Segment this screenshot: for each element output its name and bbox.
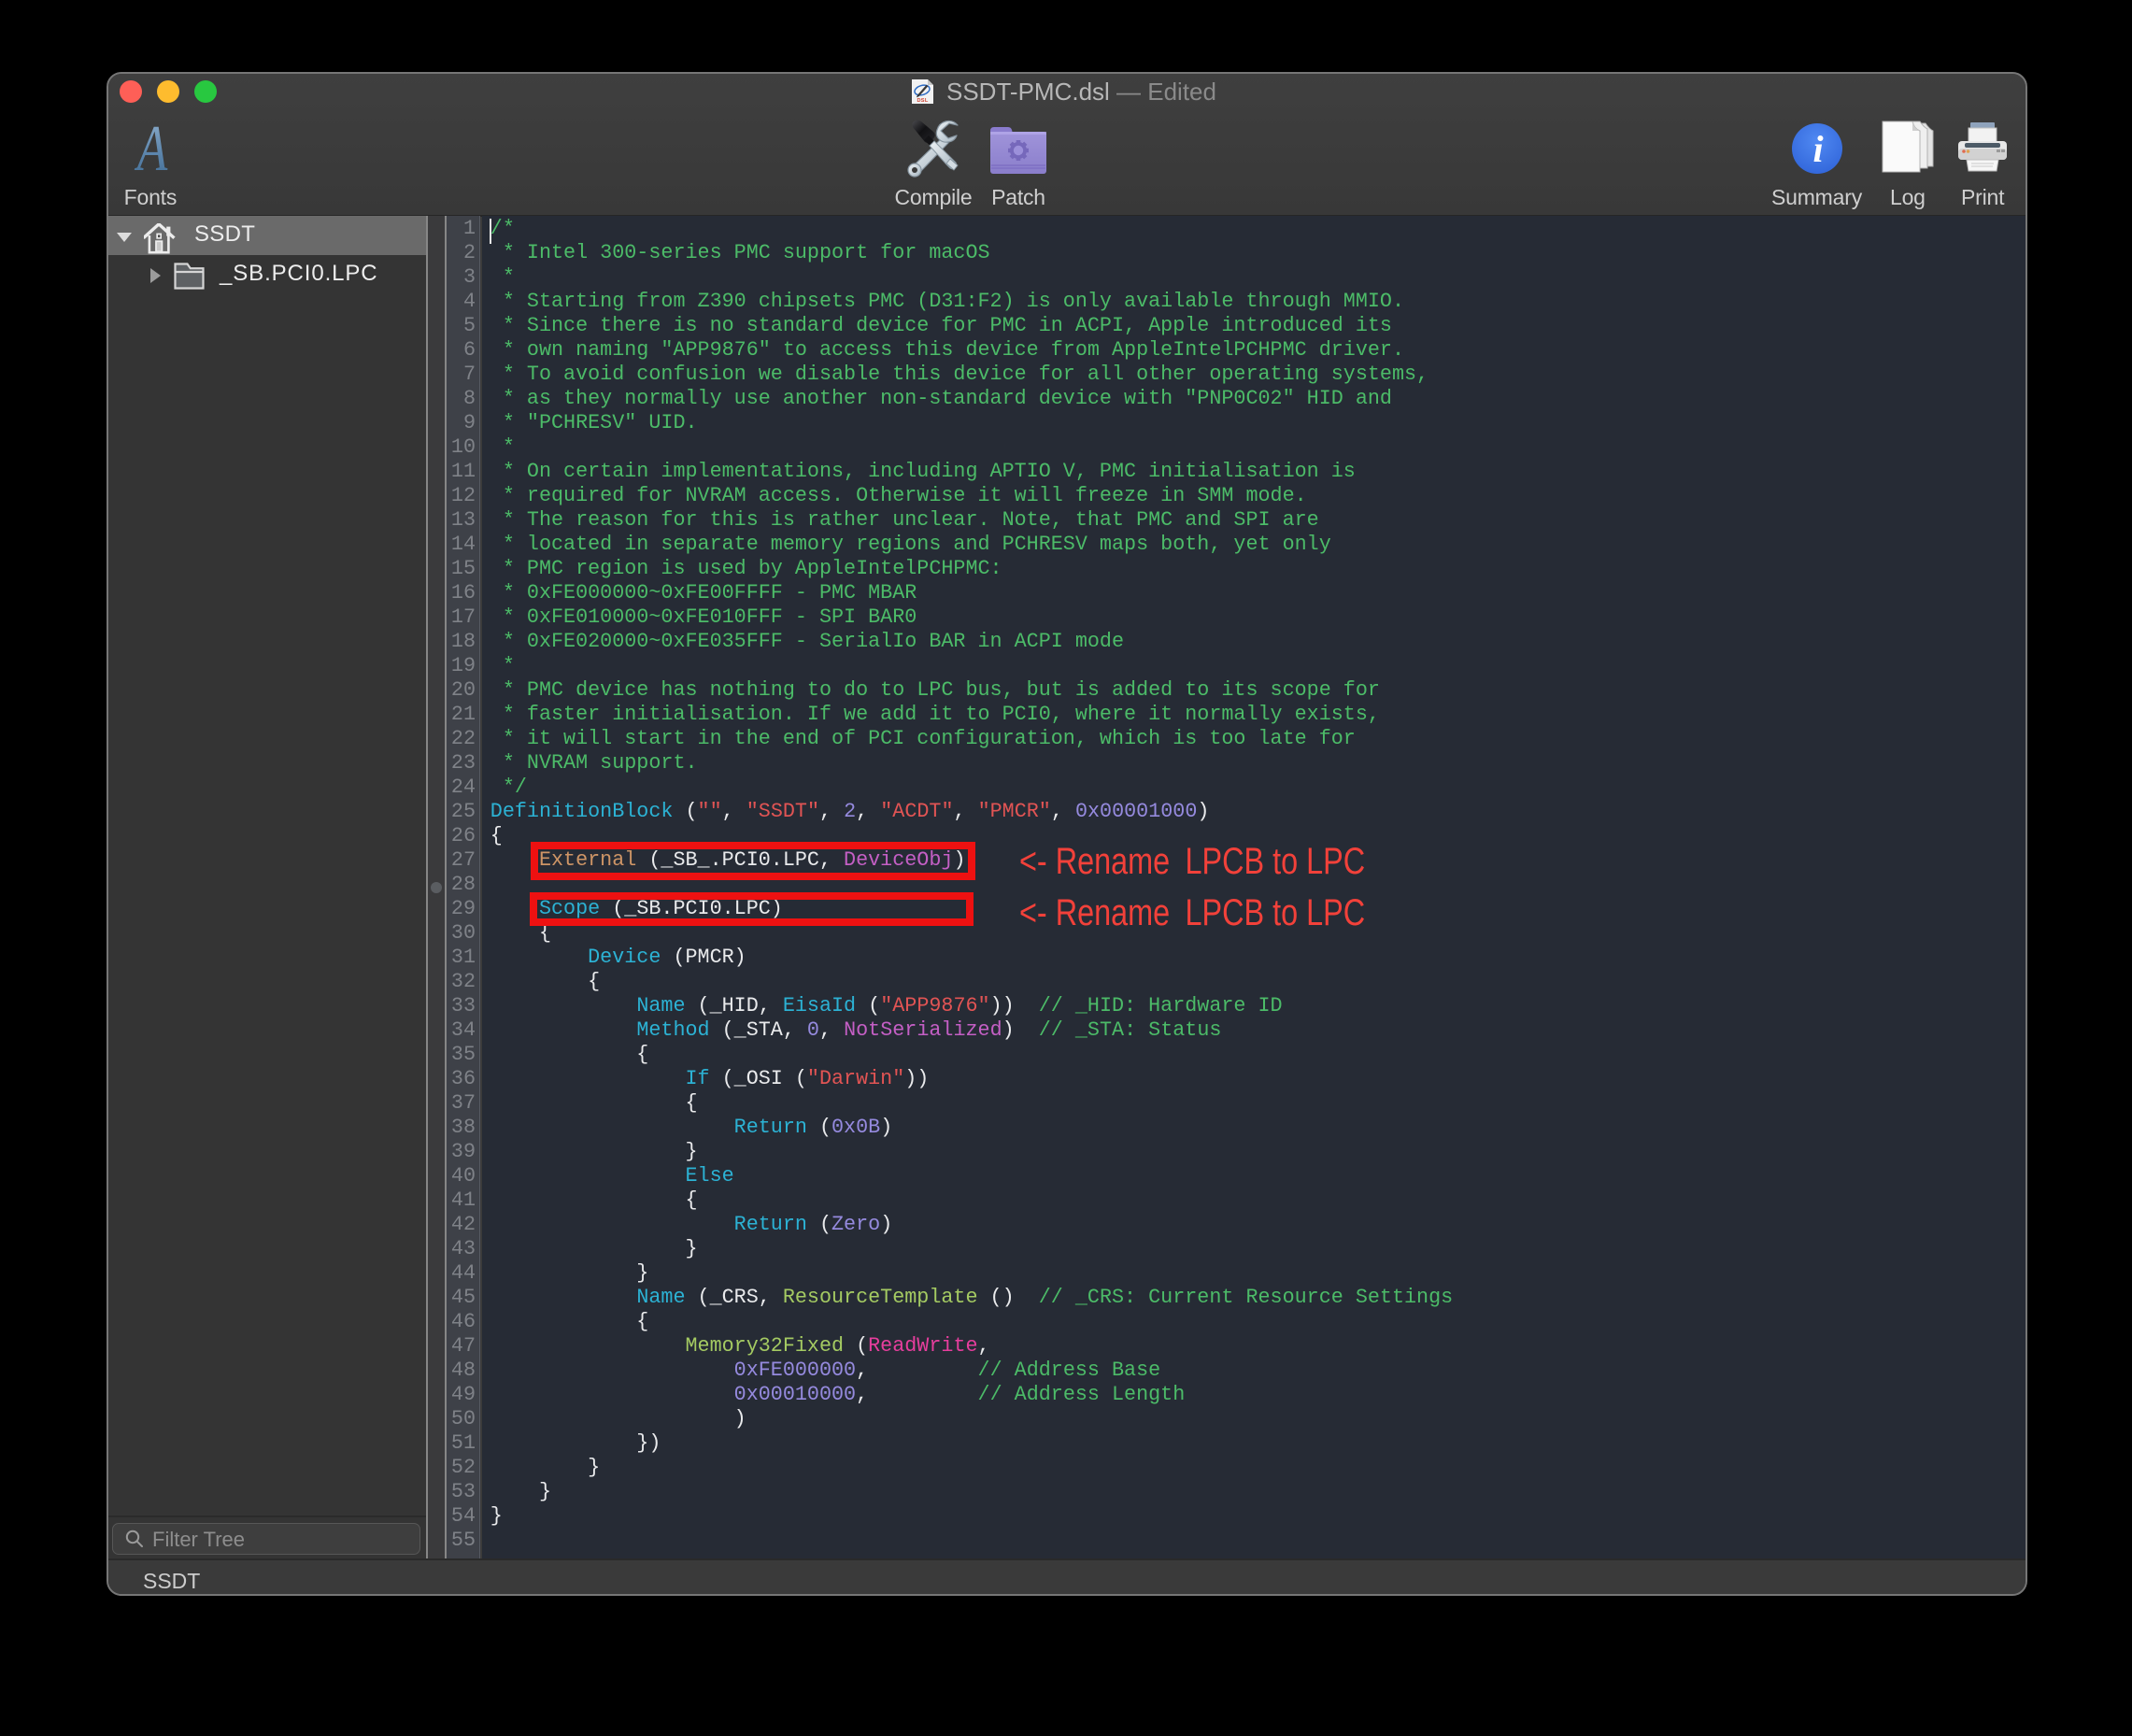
svg-text:DSL: DSL xyxy=(917,98,928,104)
svg-text:i: i xyxy=(1812,128,1823,170)
svg-text:A: A xyxy=(134,126,168,173)
